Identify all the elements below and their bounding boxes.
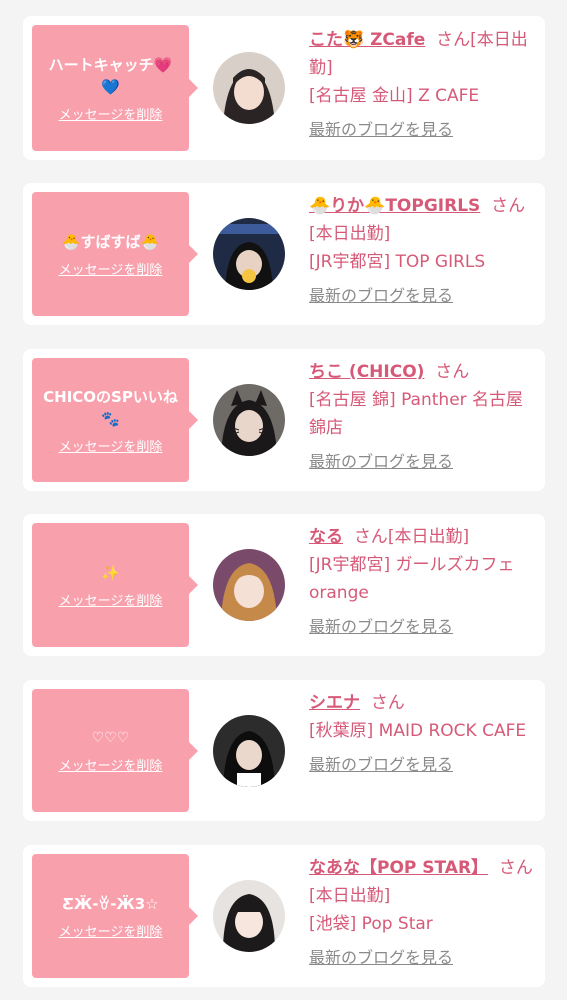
avatar[interactable] <box>213 715 285 787</box>
honorific: さん <box>370 693 405 713</box>
girl-name-link[interactable]: ちこ (CHICO) <box>309 362 424 382</box>
blog-link[interactable]: 最新のブログを見る <box>309 448 535 476</box>
message-bubble: ✨ メッセージを削除 <box>32 523 198 647</box>
message-bubble: CHICOのSPいいね🐾 メッセージを削除 <box>32 358 198 482</box>
delete-message-link[interactable]: メッセージを削除 <box>59 104 163 123</box>
blog-link[interactable]: 最新のブログを見る <box>309 751 535 779</box>
girl-info: シエナ さん [秋葉原] MAID ROCK CAFE 最新のブログを見る <box>309 689 535 779</box>
shop-text: [JR宇都宮] ガールズカフェ orange <box>309 555 515 603</box>
blog-link[interactable]: 最新のブログを見る <box>309 116 535 144</box>
delete-message-link[interactable]: メッセージを削除 <box>59 921 163 940</box>
delete-message-link[interactable]: メッセージを削除 <box>59 259 163 278</box>
shop-text: [池袋] Pop Star <box>309 914 433 934</box>
girl-info: 🐣りか🐣TOPGIRLS さん[本日出勤] [JR宇都宮] TOP GIRLS … <box>309 192 535 310</box>
message-card: ハートキャッチ💗💙 メッセージを削除 こた🐯 ZCafe さん[本日出勤] [名… <box>23 16 545 160</box>
honorific: さん <box>435 362 470 382</box>
blog-link[interactable]: 最新のブログを見る <box>309 282 535 310</box>
girl-info: こた🐯 ZCafe さん[本日出勤] [名古屋 金山] Z CAFE 最新のブロ… <box>309 26 535 144</box>
delete-message-link[interactable]: メッセージを削除 <box>59 436 163 455</box>
message-card: CHICOのSPいいね🐾 メッセージを削除 ちこ (CHICO) さん [名古屋… <box>23 349 545 491</box>
message-bubble: ƸӜ-ꈊ-Ӝ3☆ メッセージを削除 <box>32 854 198 978</box>
girl-name-link[interactable]: なる <box>309 527 343 547</box>
blog-link[interactable]: 最新のブログを見る <box>309 944 535 972</box>
message-card: ♡♡♡ メッセージを削除 シエナ さん [秋葉原] MAID ROCK CAFE… <box>23 680 545 821</box>
girl-name-link[interactable]: 🐣りか🐣TOPGIRLS <box>309 196 480 216</box>
girl-name-link[interactable]: こた🐯 ZCafe <box>309 30 425 50</box>
girl-info: ちこ (CHICO) さん [名古屋 錦] Panther 名古屋錦店 最新のブ… <box>309 358 535 476</box>
message-list: ハートキャッチ💗💙 メッセージを削除 こた🐯 ZCafe さん[本日出勤] [名… <box>0 0 567 1000</box>
girl-name-link[interactable]: シエナ <box>309 693 360 713</box>
delete-message-link[interactable]: メッセージを削除 <box>59 590 163 609</box>
status-text: [本日出勤] <box>309 224 391 244</box>
message-text: ♡♡♡ <box>91 730 130 746</box>
shop-text: [名古屋 金山] Z CAFE <box>309 86 480 106</box>
status-text: [本日出勤] <box>387 527 470 547</box>
shop-text: [名古屋 錦] Panther 名古屋錦店 <box>309 390 524 438</box>
shop-text: [秋葉原] MAID ROCK CAFE <box>309 721 527 741</box>
girl-info: なる さん[本日出勤] [JR宇都宮] ガールズカフェ orange 最新のブロ… <box>309 523 535 641</box>
status-text: [本日出勤] <box>309 886 391 906</box>
shop-text: [JR宇都宮] TOP GIRLS <box>309 252 486 272</box>
avatar[interactable] <box>213 52 285 124</box>
message-card: ✨ メッセージを削除 なる さん[本日出勤] [JR宇都宮] ガールズカフェ o… <box>23 514 545 656</box>
avatar[interactable] <box>213 218 285 290</box>
message-card: 🐣すばすば🐣 メッセージを削除 🐣りか🐣TOPGIRLS さん [本日出勤] [J… <box>23 183 545 325</box>
girl-info: なあな【POP STAR】 さん [本日出勤] [池袋] Pop Star 最新の… <box>309 854 535 972</box>
message-bubble: ♡♡♡ メッセージを削除 <box>32 689 198 812</box>
avatar[interactable] <box>213 549 285 621</box>
message-bubble: ハートキャッチ💗💙 メッセージを削除 <box>32 25 198 151</box>
message-text: ハートキャッチ💗💙 <box>48 55 173 96</box>
honorific: さん <box>491 196 526 216</box>
honorific: さん <box>498 858 533 878</box>
avatar[interactable] <box>213 384 285 456</box>
delete-message-link[interactable]: メッセージを削除 <box>59 755 163 774</box>
message-card: ƸӜ-ꈊ-Ӝ3☆ メッセージを削除 なあな【POP STAR】 さん [本日出勤]… <box>23 845 545 987</box>
blog-link[interactable]: 最新のブログを見る <box>309 613 535 641</box>
message-text: CHICOのSPいいね🐾 <box>43 387 178 428</box>
message-bubble: 🐣すばすば🐣 メッセージを削除 <box>32 192 198 316</box>
message-text: ƸӜ-ꈊ-Ӝ3☆ <box>62 894 159 913</box>
message-text: 🐣すばすば🐣 <box>61 232 160 251</box>
honorific: さん <box>436 30 471 50</box>
honorific: さん <box>353 527 388 547</box>
avatar[interactable] <box>213 880 285 952</box>
girl-name-link[interactable]: なあな【POP STAR】 <box>309 858 488 878</box>
message-text: ✨ <box>101 563 120 582</box>
